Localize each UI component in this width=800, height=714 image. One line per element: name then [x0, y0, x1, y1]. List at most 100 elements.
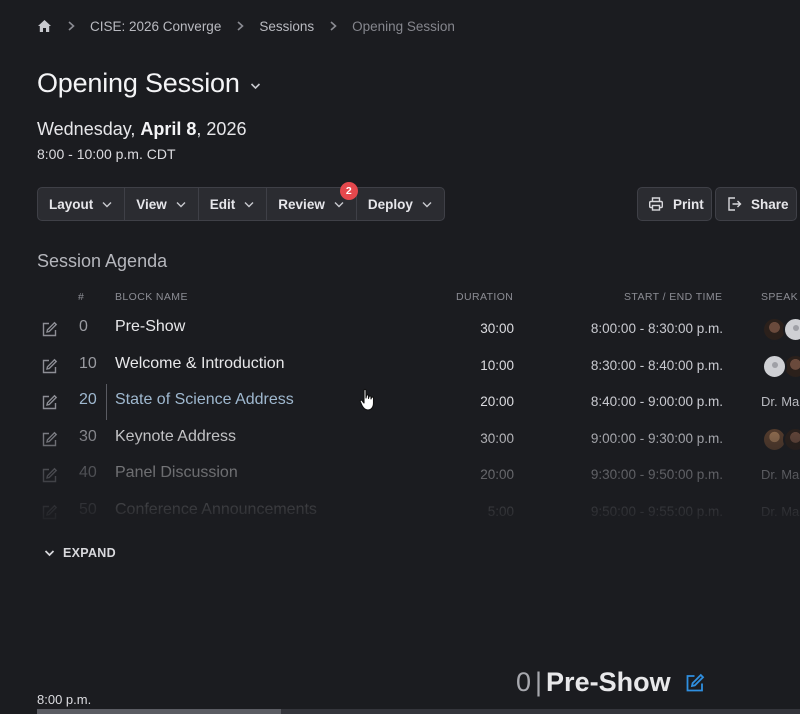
- row-time: 8:00:00 - 8:30:00 p.m.: [590, 321, 723, 336]
- current-block-name: Pre-Show: [546, 667, 671, 697]
- table-row[interactable]: 30 Keynote Address 30:00 9:00:00 - 9:30:…: [0, 421, 800, 457]
- printer-icon: [648, 196, 664, 212]
- print-button[interactable]: Print: [637, 187, 712, 221]
- session-page: CISE: 2026 Converge Sessions Opening Ses…: [0, 0, 800, 714]
- row-time: 8:30:00 - 8:40:00 p.m.: [590, 357, 723, 373]
- review-count-badge: 2: [339, 182, 358, 200]
- edit-icon[interactable]: [41, 504, 58, 521]
- review-menu-button[interactable]: Review 2: [267, 182, 358, 220]
- row-duration: 30:00: [480, 430, 514, 446]
- edit-icon[interactable]: [41, 431, 58, 448]
- row-number: 20: [79, 391, 97, 408]
- row-speaker: Dr. Ma: [761, 394, 800, 409]
- row-time: 9:30:00 - 9:50:00 p.m.: [590, 467, 723, 482]
- timeline-progress-fill: [37, 709, 282, 714]
- row-number: 50: [79, 500, 97, 518]
- edit-label: Edit: [209, 196, 236, 212]
- session-time: 8:00 - 10:00 p.m. CDT: [37, 146, 176, 162]
- avatar[interactable]: [783, 426, 800, 452]
- edit-menu-button[interactable]: Edit: [199, 188, 268, 220]
- chevron-right-icon: [330, 21, 338, 31]
- table-row[interactable]: 10 Welcome & Introduction 10:00 8:30:00 …: [0, 348, 800, 384]
- toolbar: Layout View Edit Review 2 Deploy: [37, 182, 445, 221]
- home-icon[interactable]: [37, 19, 52, 34]
- table-row[interactable]: 0 Pre-Show 30:00 8:00:00 - 8:30:00 p.m.: [0, 311, 800, 347]
- row-time: 9:50:00 - 9:55:00 p.m.: [590, 503, 723, 519]
- breadcrumb-current: Opening Session: [352, 18, 455, 34]
- breadcrumb: CISE: 2026 Converge Sessions Opening Ses…: [37, 17, 455, 35]
- breadcrumb-event-link[interactable]: CISE: 2026 Converge: [90, 19, 221, 34]
- current-block-number: 0: [516, 667, 532, 697]
- deploy-label: Deploy: [367, 196, 413, 212]
- title-row[interactable]: Opening Session: [37, 68, 261, 99]
- row-block-name[interactable]: State of Science Address: [115, 391, 294, 409]
- row-speaker: Dr. Ma: [761, 467, 800, 482]
- date-weekday: Wednesday,: [37, 119, 141, 139]
- row-time: 8:40:00 - 9:00:00 p.m.: [590, 394, 723, 409]
- timeline-progress-bar[interactable]: [37, 709, 800, 714]
- layout-menu-button[interactable]: Layout: [38, 188, 126, 220]
- chevron-right-icon: [237, 21, 245, 31]
- chevron-right-icon: [68, 21, 76, 31]
- edit-icon[interactable]: [685, 673, 705, 693]
- page-title: Opening Session: [37, 68, 240, 98]
- expand-label: EXPAND: [63, 546, 116, 560]
- row-block-name[interactable]: Conference Announcements: [115, 501, 317, 519]
- expand-button[interactable]: EXPAND: [44, 546, 116, 560]
- share-label: Share: [751, 196, 789, 212]
- row-number: 10: [79, 354, 97, 372]
- edit-icon[interactable]: [41, 394, 58, 411]
- chevron-down-icon[interactable]: [250, 82, 261, 90]
- row-number: 0: [79, 318, 88, 335]
- header-num: #: [78, 291, 85, 303]
- agenda-table: 0 Pre-Show 30:00 8:00:00 - 8:30:00 p.m. …: [0, 311, 800, 521]
- breadcrumb-sessions-link[interactable]: Sessions: [259, 19, 314, 34]
- row-duration: 30:00: [480, 321, 514, 336]
- row-block-name[interactable]: Pre-Show: [115, 318, 185, 336]
- chevron-down-icon: [102, 201, 112, 208]
- layout-label: Layout: [49, 196, 94, 212]
- review-label: Review: [278, 196, 325, 212]
- table-row[interactable]: 20 State of Science Address 20:00 8:40:0…: [0, 384, 800, 420]
- row-duration: 10:00: [480, 357, 514, 373]
- header-duration[interactable]: DURATION: [456, 291, 513, 303]
- chevron-down-icon: [176, 201, 186, 208]
- row-block-name[interactable]: Welcome & Introduction: [115, 355, 285, 373]
- session-date: Wednesday, April 8, 2026: [37, 119, 246, 140]
- row-block-name[interactable]: Keynote Address: [115, 428, 236, 446]
- row-speaker: Dr. Ma: [761, 503, 800, 519]
- edit-icon[interactable]: [41, 467, 58, 484]
- chevron-down-icon: [334, 201, 344, 208]
- share-button[interactable]: Share: [715, 187, 797, 221]
- view-label: View: [136, 196, 167, 212]
- header-block-name[interactable]: BLOCK NAME: [115, 291, 188, 303]
- table-row[interactable]: 40 Panel Discussion 20:00 9:30:00 - 9:50…: [0, 457, 800, 493]
- row-block-name[interactable]: Panel Discussion: [115, 464, 238, 482]
- row-divider: [106, 384, 107, 420]
- edit-icon[interactable]: [41, 358, 58, 375]
- speaker-avatars: [762, 426, 800, 452]
- date-year: , 2026: [196, 119, 247, 139]
- row-number: 30: [79, 427, 97, 445]
- table-row[interactable]: 50 Conference Announcements 5:00 9:50:00…: [0, 494, 800, 522]
- chevron-down-icon: [44, 549, 55, 557]
- chevron-down-icon: [422, 201, 432, 208]
- speaker-avatars: [762, 353, 800, 379]
- row-time: 9:00:00 - 9:30:00 p.m.: [590, 430, 723, 446]
- timeline-time-marker: 8:00 p.m.: [37, 692, 92, 707]
- row-duration: 5:00: [487, 503, 514, 519]
- share-icon: [726, 196, 742, 212]
- date-month-day: April 8: [140, 119, 197, 139]
- deploy-menu-button[interactable]: Deploy: [357, 188, 444, 220]
- avatar[interactable]: [783, 317, 800, 342]
- avatar[interactable]: [762, 353, 787, 379]
- current-block-heading: 0 | Pre-Show: [516, 667, 705, 698]
- edit-icon[interactable]: [41, 321, 58, 338]
- header-start-end-time[interactable]: START / END TIME: [624, 291, 722, 303]
- view-menu-button[interactable]: View: [125, 188, 199, 220]
- chevron-down-icon: [244, 201, 254, 208]
- hand-cursor-icon: [359, 388, 377, 412]
- print-label: Print: [673, 196, 704, 212]
- row-duration: 20:00: [480, 467, 514, 482]
- header-speakers: SPEAK: [761, 291, 799, 303]
